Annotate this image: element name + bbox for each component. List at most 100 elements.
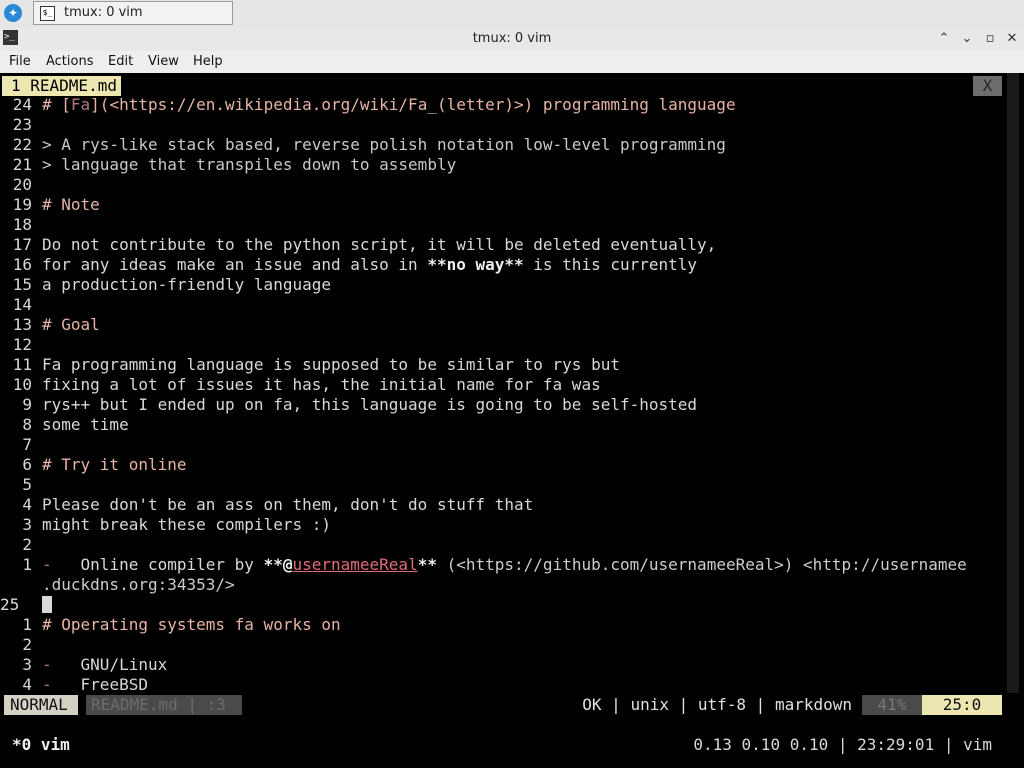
close-icon[interactable]: ✕ [1003,30,1021,48]
buffer-line[interactable]: 23 [0,115,1010,135]
chevron-down-icon[interactable]: ⌄ [958,30,976,48]
buffer-line[interactable]: .duckdns.org:34353/> [0,575,1010,595]
buffer-line[interactable]: 4 Please don't be an ass on them, don't d… [0,495,1010,515]
text-segment: some time [42,415,129,434]
text-segment: - [42,555,52,574]
line-text: Please don't be an ass on them, don't do… [42,495,533,515]
line-number: 5 [22,475,32,494]
menu-view[interactable]: View [148,54,179,69]
buffer-line[interactable]: 13 # Goal [0,315,1010,335]
line-text: - Online compiler by **@usernameeReal** … [42,555,967,575]
line-number: 25 [0,595,20,614]
text-segment: Fa programming language is supposed to b… [42,355,620,374]
terminal-icon: $_ [40,6,55,21]
buffer-line[interactable]: 15 a production-friendly language [0,275,1010,295]
terminal-area[interactable]: 1 README.md X 24 # [Fa](<https://en.wikip… [0,73,1024,768]
text-segment: # Operating systems fa works on [42,615,341,634]
line-number: 4 [22,495,32,514]
buffer-line[interactable]: 3- GNU/Linux [0,655,1010,675]
line-number: 23 [12,115,32,134]
line-number: 3 [22,655,32,674]
buffer-line[interactable]: 14 [0,295,1010,315]
vim-tabline: 1 README.md X [0,76,1024,96]
taskbar-window-label: tmux: 0 vim [64,5,143,20]
buffer-line[interactable]: 22 > A rys-like stack based, reverse poli… [0,135,1010,155]
buffer-line[interactable]: 4- FreeBSD [0,675,1010,695]
buffer-line[interactable]: 2 [0,535,1010,555]
line-text: for any ideas make an issue and also in … [42,255,697,275]
text-segment: Do not contribute to the python script, … [42,235,717,254]
line-text: # Goal [42,315,100,335]
line-text: # Operating systems fa works on [42,615,341,635]
window-titlebar: >_ tmux: 0 vim ⌃ ⌄ ▫ ✕ [0,27,1024,52]
text-segment: rys++ but I ended up on fa, this languag… [42,395,698,414]
text-segment: GNU/Linux [51,655,168,674]
line-text: fixing a lot of issues it has, the initi… [42,375,601,395]
menu-file[interactable]: File [9,54,31,69]
buffer-line[interactable]: 11 Fa programming language is supposed to… [0,355,1010,375]
line-number: 2 [22,535,32,554]
buffer-line[interactable]: 7 [0,435,1010,455]
text-segment: **no way** [427,255,524,274]
line-text: rys++ but I ended up on fa, this languag… [42,395,697,415]
text-segment: for any ideas make an issue and also in [42,255,428,274]
tmux-statusbar: *0 vim 0.13 0.10 0.10 | 23:29:01 | vim [0,735,1024,755]
vim-status-fileinfo: OK | unix | utf-8 | markdown [582,695,852,714]
buffer-line[interactable]: 17 Do not contribute to the python script… [0,235,1010,255]
text-segment[interactable]: usernameeReal [292,555,417,574]
text-segment: # [ [42,95,71,114]
line-text: might break these compilers :) [42,515,331,535]
text-segment: might break these compilers :) [42,515,331,534]
line-number: 4 [22,675,32,694]
line-number: 7 [22,435,32,454]
buffer-line[interactable]: 18 [0,215,1010,235]
line-number: 2 [22,635,32,654]
text-segment: # Goal [42,315,100,334]
maximize-icon[interactable]: ▫ [981,30,999,48]
text-segment: - [42,655,52,674]
text-segment: FreeBSD [51,675,148,694]
text-segment: Online compiler by [51,555,264,574]
line-number: 17 [12,235,32,254]
line-text: .duckdns.org:34353/> [42,575,235,595]
minimize-icon[interactable]: ⌃ [935,30,953,48]
menu-bar: File Actions Edit View Help [0,51,1024,73]
buffer-line[interactable]: 12 [0,335,1010,355]
vim-status-percent: 41% [862,695,922,715]
buffer-line[interactable]: 5 [0,475,1010,495]
buffer-line[interactable]: 20 [0,175,1010,195]
menu-help[interactable]: Help [193,54,223,69]
vim-tab-close-button[interactable]: X [973,76,1002,96]
buffer-line[interactable]: 19 # Note [0,195,1010,215]
line-text: a production-friendly language [42,275,331,295]
text-segment: Fa [70,95,91,114]
buffer-line[interactable]: 2 [0,635,1010,655]
buffer-line[interactable]: 16 for any ideas make an issue and also i… [0,255,1010,275]
vim-mode-indicator: NORMAL [4,695,78,715]
buffer-line[interactable]: 8 some time [0,415,1010,435]
buffer-line[interactable]: 6 # Try it online [0,455,1010,475]
buffer-line[interactable]: 25 [0,595,1010,615]
line-number: 24 [12,95,32,114]
buffer-line[interactable]: 3 might break these compilers :) [0,515,1010,535]
menu-edit[interactable]: Edit [108,54,133,69]
line-text: Do not contribute to the python script, … [42,235,716,255]
buffer-line[interactable]: 24 # [Fa](<https://en.wikipedia.org/wiki/… [0,95,1010,115]
taskbar-window-button[interactable]: $_ tmux: 0 vim [33,1,233,25]
window-title: tmux: 0 vim [472,31,552,46]
line-number: 12 [12,335,32,354]
buffer-line[interactable]: 21 > language that transpiles down to ass… [0,155,1010,175]
menu-actions[interactable]: Actions [46,54,94,69]
tmux-window-name[interactable]: *0 vim [12,735,70,755]
vim-tab-readme[interactable]: 1 README.md [2,76,121,96]
text-segment: is this currently [523,255,698,274]
start-menu-icon[interactable]: ✦ [4,4,22,22]
buffer-line[interactable]: 9 rys++ but I ended up on fa, this langua… [0,395,1010,415]
text-segment: - [42,675,52,694]
buffer-line[interactable]: 1- Online compiler by **@usernameeReal**… [0,555,1010,575]
buffer-line[interactable]: 10 fixing a lot of issues it has, the ini… [0,375,1010,395]
line-text: some time [42,415,129,435]
tmux-status-right: 0.13 0.10 0.10 | 23:29:01 | vim [693,735,992,754]
buffer-line[interactable]: 1 # Operating systems fa works on [0,615,1010,635]
text-segment: Please don't be an ass on them, don't do… [42,495,534,514]
